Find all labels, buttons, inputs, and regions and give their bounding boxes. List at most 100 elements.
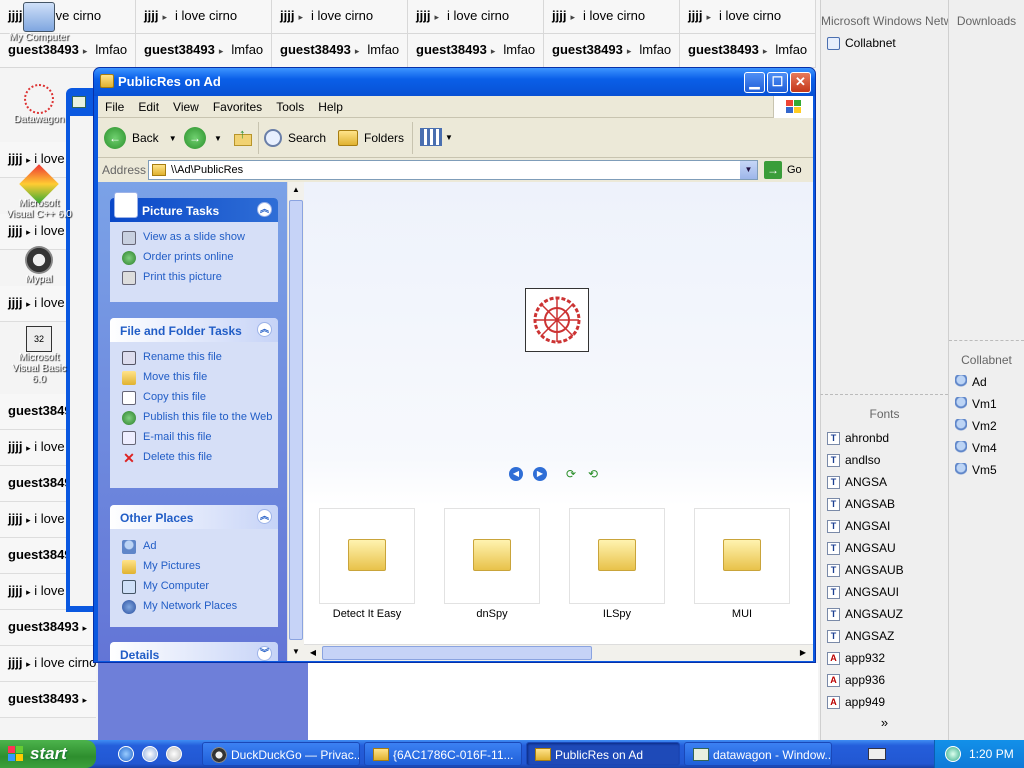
- network-item[interactable]: Collabnet: [821, 32, 948, 54]
- rotate-counterclockwise-icon[interactable]: ⟲: [588, 467, 598, 481]
- details-header[interactable]: Details ︾: [110, 642, 278, 661]
- start-button[interactable]: start: [0, 740, 96, 768]
- menu-edit[interactable]: Edit: [131, 100, 166, 114]
- folder-label[interactable]: ILSpy: [569, 608, 665, 620]
- folder-thumbnail[interactable]: [444, 508, 540, 604]
- scroll-down-icon[interactable]: ▼: [289, 644, 303, 659]
- task-rename[interactable]: Rename this file: [110, 348, 278, 368]
- menu-tools[interactable]: Tools: [269, 100, 311, 114]
- font-item[interactable]: T ANGSA: [821, 471, 948, 493]
- font-item[interactable]: T ANGSAZ: [821, 625, 948, 647]
- computer-item[interactable]: Vm4: [949, 437, 1024, 459]
- font-item[interactable]: T ANGSAUI: [821, 581, 948, 603]
- desktop-icon-visual-basic[interactable]: 32 Microsoft Visual Basic 6.0: [4, 326, 74, 385]
- font-item[interactable]: T ANGSAU: [821, 537, 948, 559]
- next-image-icon[interactable]: ▶: [533, 467, 547, 481]
- collapse-chevron-icon[interactable]: ︽: [257, 322, 272, 337]
- minimize-button[interactable]: ▁: [744, 72, 765, 93]
- task-pane-scrollbar[interactable]: ▲ ▼: [287, 182, 304, 661]
- folder-thumbnail[interactable]: [319, 508, 415, 604]
- font-item[interactable]: T ANGSAUB: [821, 559, 948, 581]
- folder-thumbnail[interactable]: [569, 508, 665, 604]
- computer-item[interactable]: Vm2: [949, 415, 1024, 437]
- font-item[interactable]: Tandlso: [821, 449, 948, 471]
- taskbar-button-active[interactable]: PublicRes on Ad: [526, 742, 680, 766]
- computer-item[interactable]: Ad: [949, 371, 1024, 393]
- scroll-up-icon[interactable]: ▲: [289, 182, 303, 197]
- maximize-button[interactable]: ☐: [767, 72, 788, 93]
- collapse-chevron-icon[interactable]: ︽: [257, 202, 272, 217]
- forward-dropdown-icon[interactable]: ▼: [214, 134, 222, 143]
- desktop-icon-datawagon[interactable]: Datawagon: [4, 84, 74, 125]
- place-my-pictures[interactable]: My Pictures: [110, 557, 278, 577]
- collapse-chevron-icon[interactable]: ︽: [257, 509, 272, 524]
- address-dropdown-icon[interactable]: ▼: [740, 161, 757, 179]
- font-item[interactable]: T ANGSAUZ: [821, 603, 948, 625]
- taskbar-button[interactable]: datawagon - Window...: [684, 742, 832, 766]
- place-my-network[interactable]: My Network Places: [110, 597, 278, 617]
- computer-item[interactable]: Vm1: [949, 393, 1024, 415]
- desktop-icon-visual-cpp[interactable]: Microsoft Visual C++ 6.0: [4, 164, 74, 220]
- desktop-icon-my-computer[interactable]: My Computer: [4, 2, 74, 43]
- scroll-thumb[interactable]: [289, 200, 303, 640]
- font-item[interactable]: T ANGSAB: [821, 493, 948, 515]
- menu-file[interactable]: File: [98, 100, 131, 114]
- font-item[interactable]: T ANGSAI: [821, 515, 948, 537]
- go-button[interactable]: → Go: [764, 161, 802, 179]
- image-preview[interactable]: [525, 288, 589, 352]
- forward-button[interactable]: → ▼: [184, 125, 222, 151]
- previous-image-icon[interactable]: ◀: [509, 467, 523, 481]
- taskbar-button[interactable]: {6AC1786C-016F-11...: [364, 742, 522, 766]
- task-delete[interactable]: ✕ Delete this file: [110, 448, 278, 468]
- scroll-thumb[interactable]: [322, 646, 592, 660]
- search-button[interactable]: Search: [264, 126, 326, 150]
- folder-thumbnail[interactable]: [694, 508, 790, 604]
- picture-tasks-header[interactable]: Picture Tasks ︽: [110, 192, 278, 222]
- font-item[interactable]: Aapp936: [821, 669, 948, 691]
- task-publish[interactable]: Publish this file to the Web: [110, 408, 278, 428]
- views-button[interactable]: ▼: [420, 128, 453, 146]
- task-email[interactable]: E-mail this file: [110, 428, 278, 448]
- task-print[interactable]: Print this picture: [110, 268, 278, 288]
- quick-launch-icon[interactable]: [142, 746, 158, 762]
- more-chevron[interactable]: »: [821, 713, 948, 730]
- menu-favorites[interactable]: Favorites: [206, 100, 269, 114]
- file-tasks-header[interactable]: File and Folder Tasks ︽: [110, 318, 278, 342]
- task-move[interactable]: Move this file: [110, 368, 278, 388]
- folders-button[interactable]: Folders: [338, 126, 404, 150]
- back-dropdown-icon[interactable]: ▼: [169, 134, 177, 143]
- item-label: Vm4: [972, 441, 997, 455]
- font-item[interactable]: Aapp932: [821, 647, 948, 669]
- folder-label[interactable]: MUI: [694, 608, 790, 620]
- taskbar-button[interactable]: DuckDuckGo — Privac...: [202, 742, 360, 766]
- scroll-right-icon[interactable]: ▶: [796, 646, 810, 660]
- desktop-icon-mypal[interactable]: Mypal: [4, 246, 74, 285]
- back-button[interactable]: ← Back ▼: [104, 125, 177, 151]
- rotate-clockwise-icon[interactable]: ⟳: [566, 467, 576, 481]
- network-status-icon[interactable]: [945, 746, 961, 762]
- other-places-header[interactable]: Other Places ︽: [110, 505, 278, 529]
- font-item[interactable]: Tahronbd: [821, 427, 948, 449]
- clock[interactable]: 1:20 PM: [969, 747, 1014, 761]
- place-ad[interactable]: Ad: [110, 537, 278, 557]
- task-order-prints[interactable]: Order prints online: [110, 248, 278, 268]
- scroll-left-icon[interactable]: ◀: [306, 646, 320, 660]
- menu-help[interactable]: Help: [311, 100, 350, 114]
- font-item[interactable]: Aapp949: [821, 691, 948, 713]
- menu-view[interactable]: View: [166, 100, 206, 114]
- task-slideshow[interactable]: View as a slide show: [110, 228, 278, 248]
- task-copy[interactable]: Copy this file: [110, 388, 278, 408]
- expand-chevron-icon[interactable]: ︾: [257, 646, 272, 661]
- computer-item[interactable]: Vm5: [949, 459, 1024, 481]
- address-input[interactable]: \\Ad\PublicRes ▼: [148, 160, 758, 180]
- filmstrip-scrollbar[interactable]: ◀ ▶: [304, 644, 813, 661]
- title-bar[interactable]: PublicRes on Ad ▁ ☐ ✕: [94, 68, 815, 96]
- keyboard-icon[interactable]: [868, 748, 886, 760]
- close-button[interactable]: ✕: [790, 72, 811, 93]
- media-player-icon[interactable]: [166, 746, 182, 762]
- folder-label[interactable]: Detect It Easy: [319, 608, 415, 620]
- folder-label[interactable]: dnSpy: [444, 608, 540, 620]
- place-my-computer[interactable]: My Computer: [110, 577, 278, 597]
- internet-explorer-icon[interactable]: [118, 746, 134, 762]
- up-folder-button[interactable]: ↑: [232, 126, 254, 148]
